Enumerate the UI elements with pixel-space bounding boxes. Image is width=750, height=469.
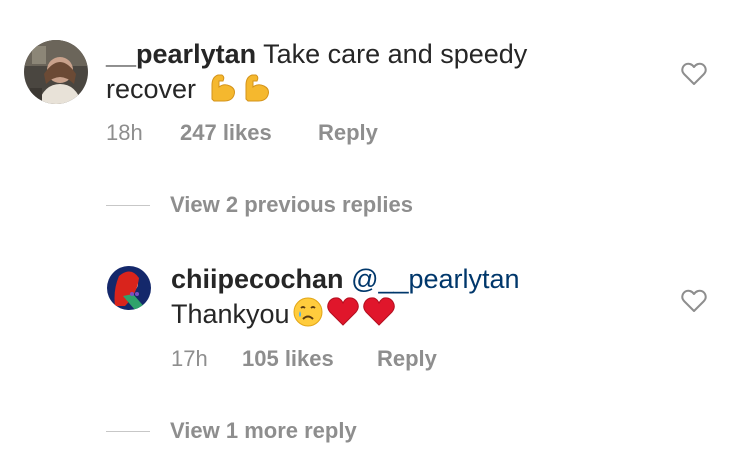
thread-divider	[106, 204, 150, 206]
view-more-replies-button[interactable]: View 1 more reply	[106, 418, 357, 444]
comment-timestamp: 18h	[106, 120, 143, 145]
comment-body-1: __pearlytan Take care and speedy recover	[106, 38, 527, 111]
comment-text-line2: recover	[106, 74, 197, 104]
avatar-chiipecochan[interactable]	[107, 266, 151, 310]
comment-text: Thankyou	[171, 299, 290, 329]
flexed-biceps-icon	[240, 71, 272, 111]
comment-likes[interactable]: 247 likes	[180, 120, 318, 146]
like-heart-icon[interactable]	[681, 62, 707, 91]
mention-link[interactable]: @__pearlytan	[351, 264, 520, 294]
reply-button[interactable]: Reply	[377, 346, 437, 372]
view-replies-label: View 2 previous replies	[170, 192, 413, 217]
like-heart-icon[interactable]	[681, 289, 707, 318]
red-heart-icon	[362, 296, 396, 336]
comment-username[interactable]: __pearlytan	[106, 39, 256, 69]
comment-body-2: chiipecochan @__pearlytan Thankyou	[171, 263, 520, 336]
flexed-biceps-icon	[206, 71, 238, 111]
red-heart-icon	[326, 296, 360, 336]
view-replies-label: View 1 more reply	[170, 418, 357, 443]
comment-meta-1: 18h 247 likes Reply	[106, 120, 378, 146]
thread-divider	[106, 430, 150, 432]
comment-username[interactable]: chiipecochan	[171, 264, 344, 294]
comment-meta-2: 17h 105 likes Reply	[171, 346, 437, 372]
comment-likes[interactable]: 105 likes	[242, 346, 377, 372]
reply-button[interactable]: Reply	[318, 120, 378, 146]
comment-text: Take care and speedy	[263, 39, 528, 69]
comment-timestamp: 17h	[171, 346, 208, 371]
view-replies-button[interactable]: View 2 previous replies	[106, 192, 413, 218]
avatar-pearlytan[interactable]	[24, 40, 88, 104]
crying-face-icon	[292, 296, 324, 336]
